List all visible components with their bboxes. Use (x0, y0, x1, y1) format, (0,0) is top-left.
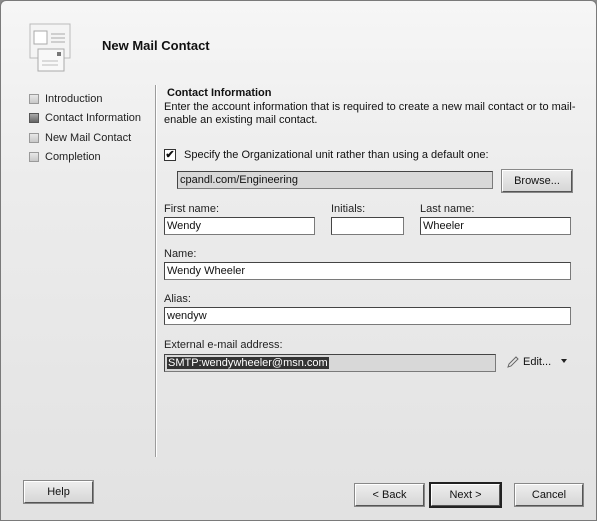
step-label: Introduction (45, 92, 103, 105)
alias-label: Alias: (164, 293, 191, 305)
step-status-icon (29, 113, 39, 124)
step-new-mail-contact: New Mail Contact (29, 128, 141, 148)
pencil-icon (507, 356, 519, 368)
cancel-button[interactable]: Cancel (514, 483, 584, 507)
step-completion: Completion (29, 148, 141, 168)
edit-dropdown-arrow-icon[interactable] (561, 359, 567, 363)
step-label: Completion (45, 151, 101, 164)
browse-button[interactable]: Browse... (501, 169, 573, 193)
name-field[interactable]: Wendy Wheeler (164, 262, 571, 280)
alias-field[interactable]: wendyw (164, 307, 571, 325)
initials-field[interactable] (331, 217, 404, 235)
step-status-icon (29, 93, 39, 104)
step-introduction: Introduction (29, 89, 141, 109)
last-name-label: Last name: (420, 203, 475, 215)
wizard-window: New Mail Contact Introduction Contact In… (0, 0, 597, 521)
back-button[interactable]: < Back (354, 483, 425, 507)
ou-field[interactable]: cpandl.com/Engineering (177, 171, 493, 189)
external-email-value: SMTP:wendywheeler@msn.com (167, 357, 329, 369)
first-name-label: First name: (164, 203, 220, 215)
initials-label: Initials: (331, 203, 366, 215)
ou-checkbox-row[interactable]: ✔ Specify the Organizational unit rather… (164, 149, 489, 161)
external-email-label: External e-mail address: (164, 339, 283, 351)
ou-checkbox[interactable]: ✔ (164, 149, 176, 161)
edit-email-button[interactable]: Edit... (506, 355, 551, 369)
step-status-icon (29, 152, 39, 163)
last-name-field[interactable]: Wheeler (420, 217, 571, 235)
ou-checkbox-label: Specify the Organizational unit rather t… (184, 149, 489, 161)
help-button[interactable]: Help (23, 480, 94, 504)
step-label: Contact Information (45, 112, 141, 125)
edit-label: Edit... (523, 356, 552, 368)
section-title: Contact Information (167, 87, 272, 99)
next-button[interactable]: Next > (429, 482, 502, 508)
section-description: Enter the account information that is re… (164, 101, 576, 126)
step-status-icon (29, 132, 39, 143)
external-email-field[interactable]: SMTP:wendywheeler@msn.com (164, 354, 496, 372)
vertical-divider (155, 85, 157, 457)
wizard-title: New Mail Contact (102, 38, 210, 53)
step-label: New Mail Contact (45, 131, 132, 144)
name-label: Name: (164, 248, 197, 260)
step-contact-information: Contact Information (29, 109, 141, 129)
wizard-steps: Introduction Contact Information New Mai… (29, 89, 141, 167)
mail-contact-icon (29, 23, 71, 72)
first-name-field[interactable]: Wendy (164, 217, 315, 235)
